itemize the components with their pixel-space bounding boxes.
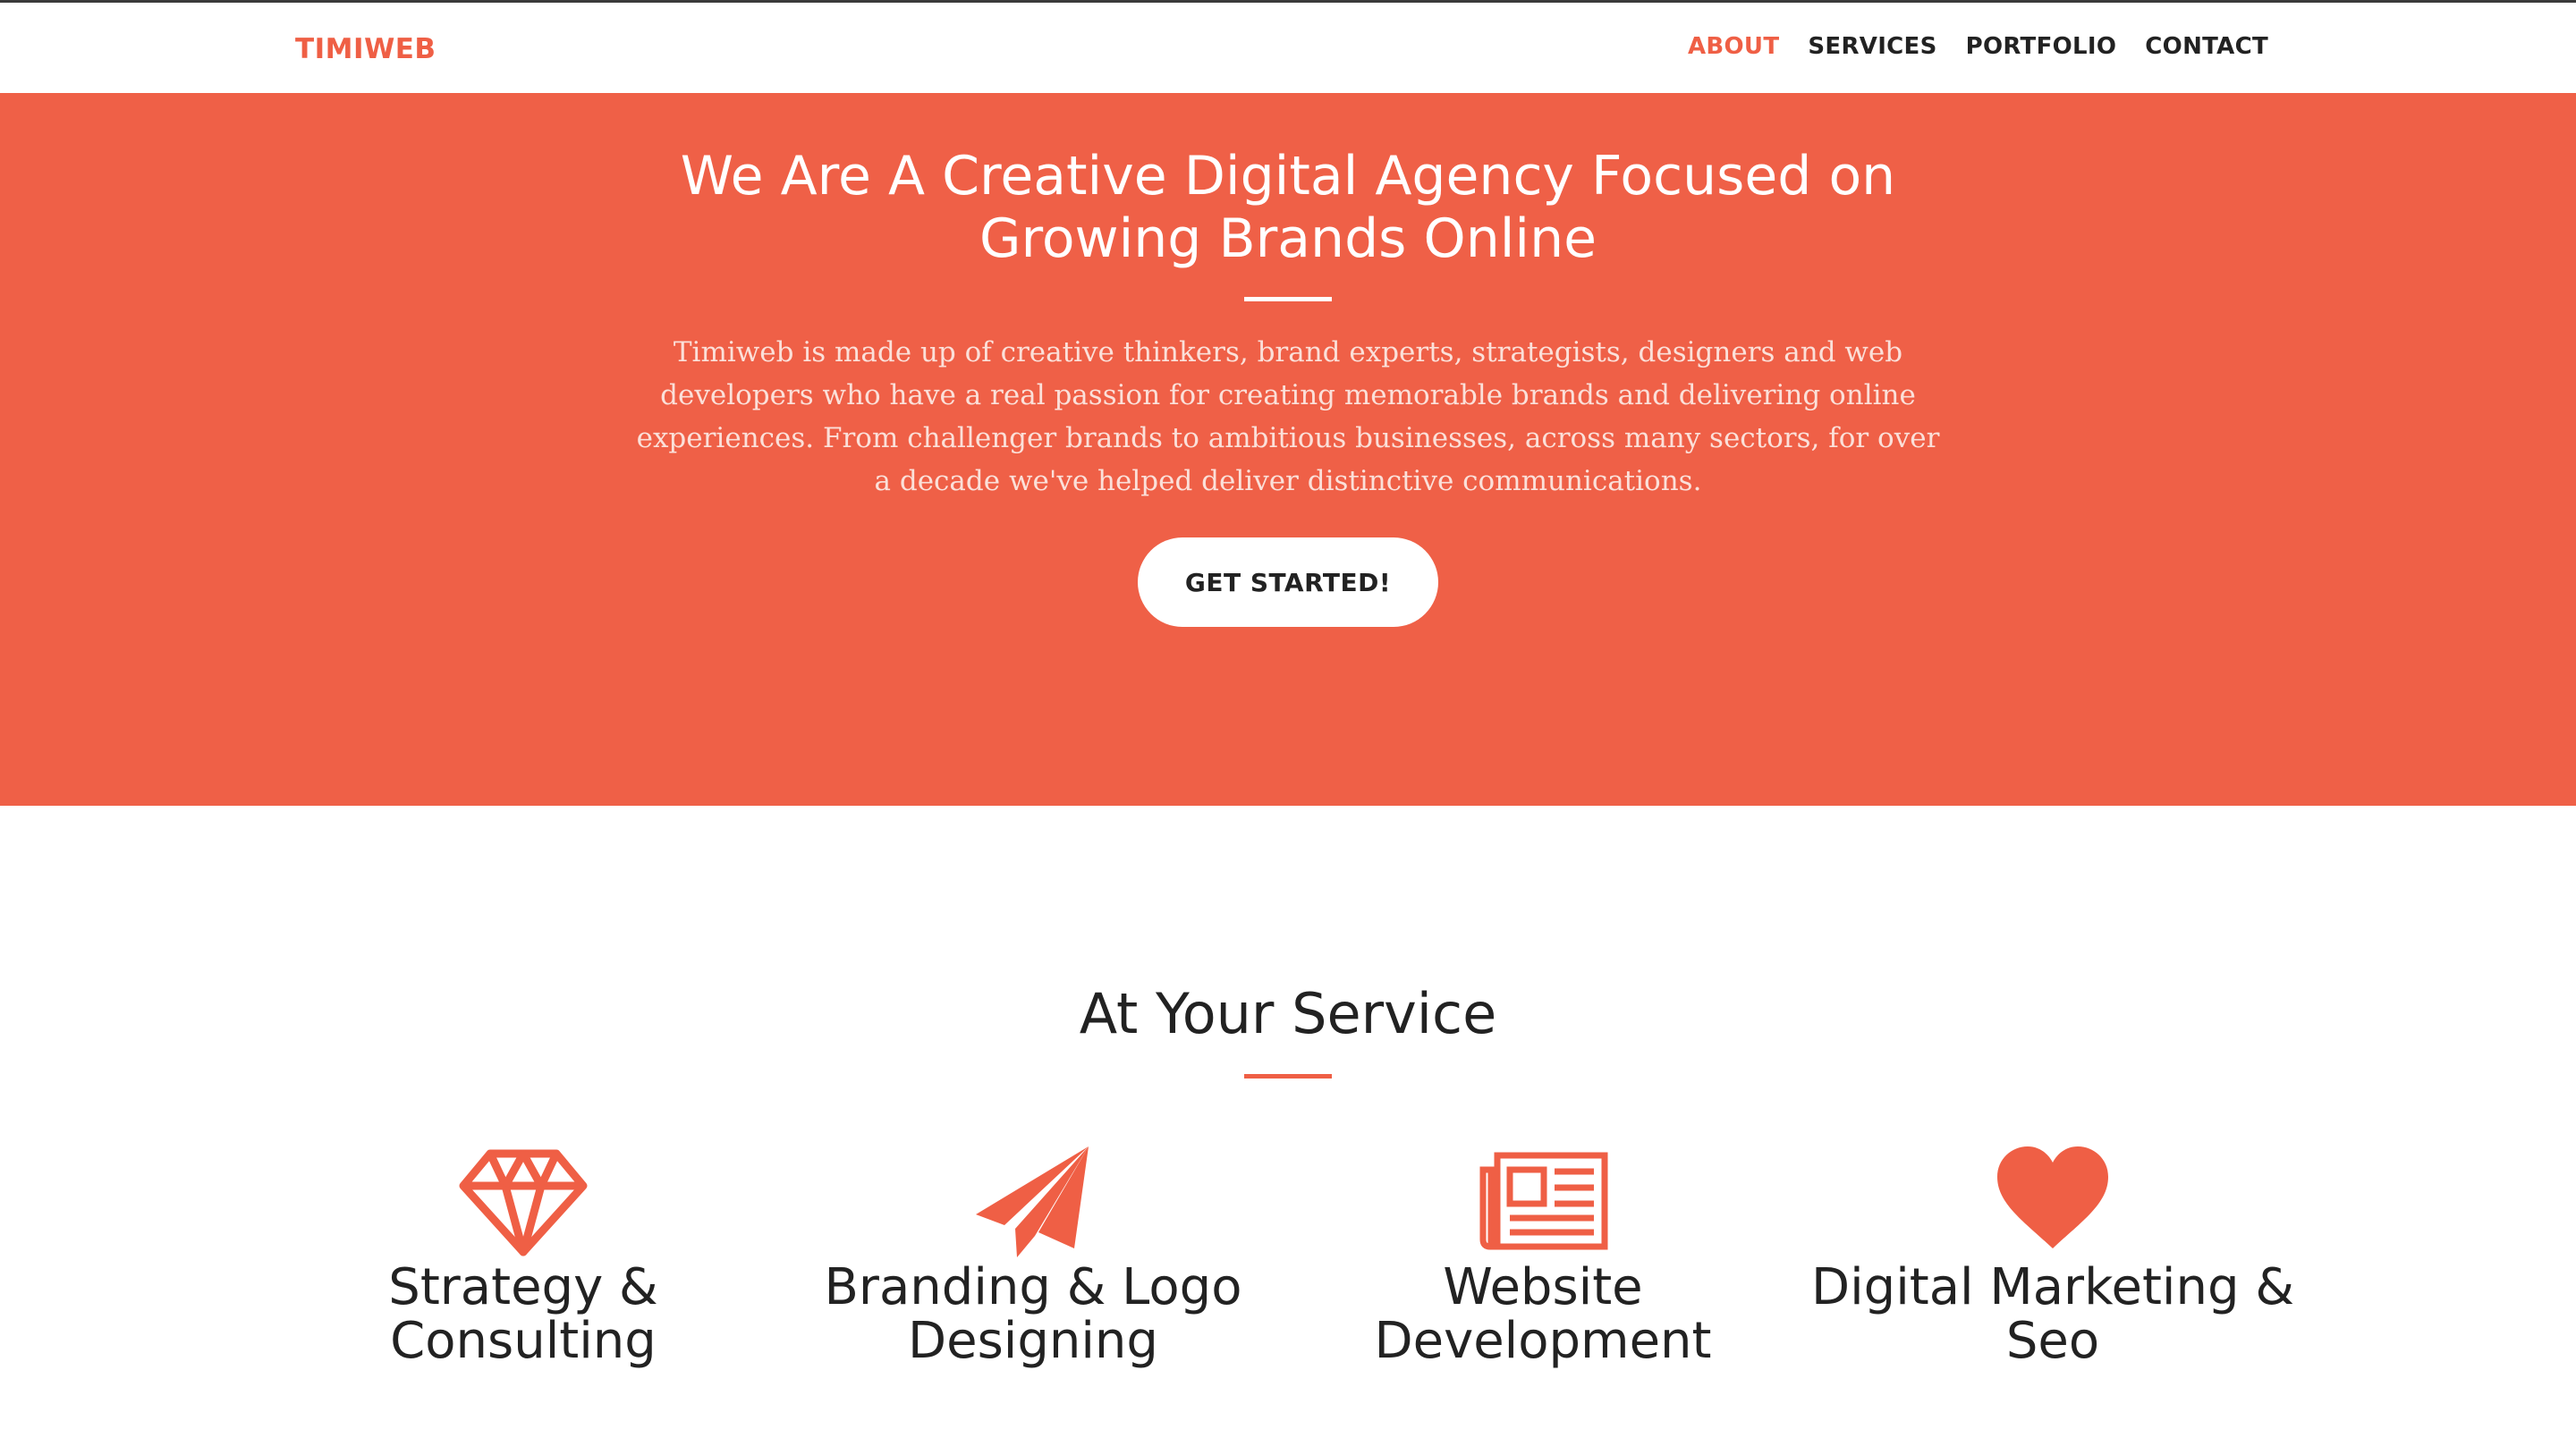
hero-title: We Are A Creative Digital Agency Focused… [680,145,1896,270]
hero-section: We Are A Creative Digital Agency Focused… [0,93,2576,806]
hero-description: Timiweb is made up of creative thinkers,… [636,336,1940,497]
navbar: TIMIWEB ABOUT SERVICES PORTFOLIO CONTACT [0,3,2576,93]
service-title-website: Website Development [1374,1258,1712,1370]
nav-link-portfolio[interactable]: PORTFOLIO [1966,33,2117,60]
main-nav: ABOUT SERVICES PORTFOLIO CONTACT [1688,33,2268,60]
newspaper-icon [1479,1152,1608,1250]
hero-divider [1244,297,1332,301]
service-website: Website Development [1292,1143,1793,1368]
nav-link-contact[interactable]: CONTACT [2145,33,2268,60]
heart-icon [1997,1146,2108,1248]
paper-plane-icon [976,1146,1089,1257]
get-started-button[interactable]: GET STARTED! [1138,537,1438,627]
service-title-marketing: Digital Marketing & Seo [1811,1258,2294,1370]
diamond-icon [459,1149,588,1256]
brand-logo[interactable]: TIMIWEB [295,33,436,65]
service-strategy: Strategy & Consulting [273,1143,774,1368]
nav-link-services[interactable]: SERVICES [1808,33,1936,60]
services-title: At Your Service [1079,981,1497,1046]
service-branding: Branding & Logo Designing [783,1143,1284,1368]
service-title-branding: Branding & Logo Designing [824,1258,1242,1370]
nav-link-about[interactable]: ABOUT [1688,33,1779,60]
service-title-strategy: Strategy & Consulting [388,1258,658,1370]
services-divider [1244,1074,1332,1078]
service-marketing: Digital Marketing & Seo [1802,1143,2303,1368]
